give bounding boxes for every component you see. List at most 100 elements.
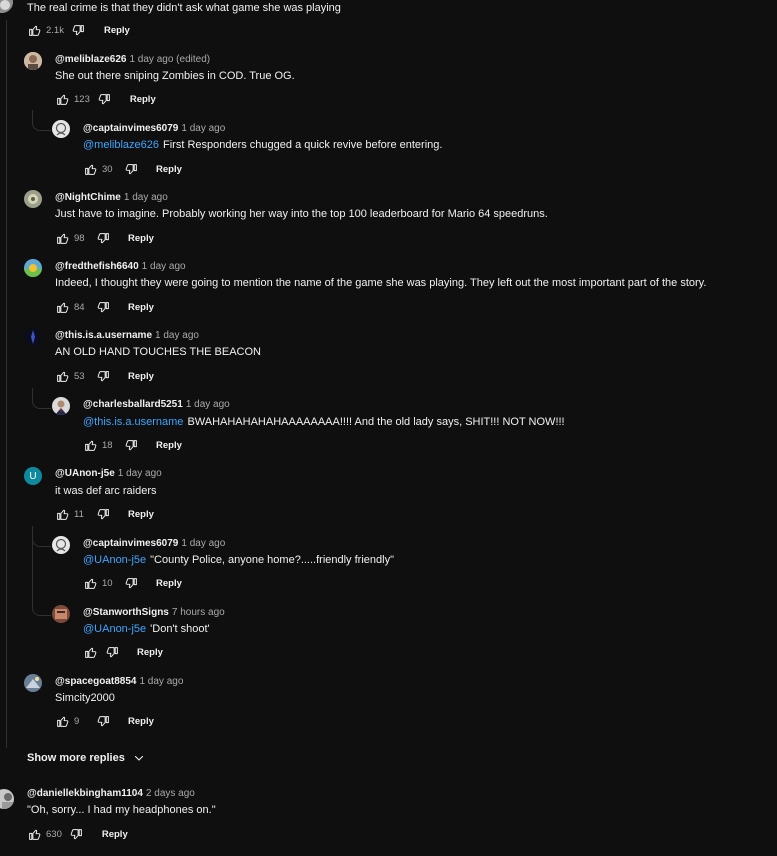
mention-link[interactable]: @UAnon-j5e — [83, 554, 146, 566]
thumbs-down-icon[interactable] — [72, 23, 86, 37]
thumbs-up-icon[interactable] — [55, 300, 69, 314]
reply-button[interactable]: Reply — [128, 371, 154, 382]
reply-button[interactable]: Reply — [137, 647, 163, 658]
avatar[interactable] — [0, 0, 13, 13]
mention-link[interactable]: @this.is.a.username — [83, 416, 183, 428]
thumbs-up-icon[interactable] — [55, 231, 69, 245]
avatar[interactable] — [52, 397, 70, 415]
comment-header: @captainvimes6079 1 day ago — [83, 123, 225, 135]
comment-author[interactable]: @daniellekbingham1104 — [27, 788, 143, 799]
thumbs-down-icon[interactable] — [98, 92, 112, 106]
avatar[interactable] — [24, 190, 42, 208]
avatar[interactable] — [52, 120, 70, 138]
thumbs-up-icon[interactable] — [83, 438, 97, 452]
show-more-replies-button[interactable]: Show more replies — [27, 752, 145, 764]
thumbs-down-icon[interactable] — [124, 438, 138, 452]
thumbs-down-icon[interactable] — [70, 827, 84, 841]
comment-time[interactable]: 1 day ago — [181, 123, 225, 134]
avatar[interactable] — [0, 789, 14, 809]
comment-author[interactable]: @this.is.a.username — [55, 330, 152, 341]
thumbs-up-icon[interactable] — [55, 507, 69, 521]
comment-author[interactable]: @UAnon-j5e — [55, 468, 115, 479]
comment-time[interactable]: 1 day ago — [155, 330, 199, 341]
reply-button[interactable]: Reply — [104, 25, 130, 36]
chevron-down-icon — [134, 755, 143, 761]
comment-actions: 30 Reply — [83, 161, 182, 177]
thumbs-down-icon[interactable] — [96, 369, 110, 383]
comment-time[interactable]: 1 day ago (edited) — [129, 54, 210, 65]
comment-time[interactable]: 1 day ago — [186, 399, 230, 410]
comment-header: @captainvimes6079 1 day ago — [83, 538, 225, 550]
comment-text: it was def arc raiders — [55, 485, 157, 497]
thumbs-down-icon[interactable] — [124, 162, 138, 176]
reply-button[interactable]: Reply — [130, 94, 156, 105]
comment-author[interactable]: @fredthefish6640 — [55, 261, 139, 272]
avatar[interactable] — [24, 328, 42, 346]
avatar[interactable] — [24, 52, 42, 70]
like-count: 123 — [74, 93, 90, 105]
comment-author[interactable]: @captainvimes6079 — [83, 538, 178, 549]
like-count: 630 — [46, 828, 62, 840]
comment-actions: 53 Reply — [55, 368, 154, 384]
like-count: 18 — [102, 439, 113, 451]
thumbs-up-icon[interactable] — [83, 576, 97, 590]
thread-line — [6, 20, 7, 748]
comment-author[interactable]: @captainvimes6079 — [83, 123, 178, 134]
comment-author[interactable]: @charlesballard5251 — [83, 399, 183, 410]
comment-time[interactable]: 1 day ago — [142, 261, 186, 272]
avatar[interactable] — [24, 259, 42, 277]
thumbs-down-icon[interactable] — [96, 300, 110, 314]
comment-text: Simcity2000 — [55, 692, 115, 704]
avatar[interactable]: U — [24, 467, 42, 485]
comment-time[interactable]: 7 hours ago — [172, 607, 225, 618]
thumbs-up-icon[interactable] — [83, 162, 97, 176]
mention-link[interactable]: @UAnon-j5e — [83, 623, 146, 635]
thumbs-up-icon[interactable] — [27, 23, 41, 37]
thumbs-down-icon[interactable] — [96, 231, 110, 245]
comment-header: @this.is.a.username 1 day ago — [55, 330, 199, 342]
mention-link[interactable]: @meliblaze626 — [83, 139, 159, 151]
reply-button[interactable]: Reply — [128, 233, 154, 244]
avatar[interactable] — [52, 536, 70, 554]
comment-header: @daniellekbingham1104 2 days ago — [27, 788, 195, 800]
thumbs-up-icon[interactable] — [55, 714, 69, 728]
comment-author[interactable]: @NightChime — [55, 192, 121, 203]
reply-button[interactable]: Reply — [102, 829, 128, 840]
thumbs-down-icon[interactable] — [96, 507, 110, 521]
thumbs-down-icon[interactable] — [124, 576, 138, 590]
thumbs-up-icon[interactable] — [83, 645, 97, 659]
reply-button[interactable]: Reply — [156, 578, 182, 589]
comment-author[interactable]: @spacegoat8854 — [55, 676, 136, 687]
comment-actions: 11 Reply — [55, 506, 154, 522]
comment-text: Just have to imagine. Probably working h… — [55, 208, 548, 220]
avatar[interactable] — [24, 674, 42, 692]
avatar[interactable] — [52, 605, 70, 623]
thumbs-down-icon[interactable] — [96, 714, 110, 728]
reply-button[interactable]: Reply — [128, 302, 154, 313]
avatar-letter: U — [29, 470, 37, 482]
thumbs-down-icon[interactable] — [105, 645, 119, 659]
comment-time[interactable]: 1 day ago — [181, 538, 225, 549]
comment-text: "Oh, sorry... I had my headphones on." — [27, 804, 216, 816]
thumbs-up-icon[interactable] — [55, 92, 69, 106]
comment-actions: Reply — [83, 644, 163, 660]
comment-actions: 2.1k Reply — [27, 22, 130, 38]
reply-button[interactable]: Reply — [156, 164, 182, 175]
thumbs-up-icon[interactable] — [55, 369, 69, 383]
reply-button[interactable]: Reply — [156, 440, 182, 451]
reply-button[interactable]: Reply — [128, 509, 154, 520]
comment-time[interactable]: 2 days ago — [146, 788, 195, 799]
comment-author[interactable]: @meliblaze626 — [55, 54, 126, 65]
comment-header: @StanworthSigns 7 hours ago — [83, 607, 225, 619]
like-count: 53 — [74, 370, 85, 382]
thumbs-up-icon[interactable] — [27, 827, 41, 841]
comment-time[interactable]: 1 day ago — [118, 468, 162, 479]
comment-author[interactable]: @StanworthSigns — [83, 607, 169, 618]
reply-button[interactable]: Reply — [128, 716, 154, 727]
comment-time[interactable]: 1 day ago — [124, 192, 168, 203]
comment-actions: 630 Reply — [27, 826, 128, 842]
comment-actions: 18 Reply — [83, 437, 182, 453]
comment-text: @meliblaze626 First Responders chugged a … — [83, 138, 442, 152]
comment-text: @this.is.a.username BWAHAHAHAHAHAAAAAAAA!… — [83, 415, 565, 429]
comment-time[interactable]: 1 day ago — [139, 676, 183, 687]
